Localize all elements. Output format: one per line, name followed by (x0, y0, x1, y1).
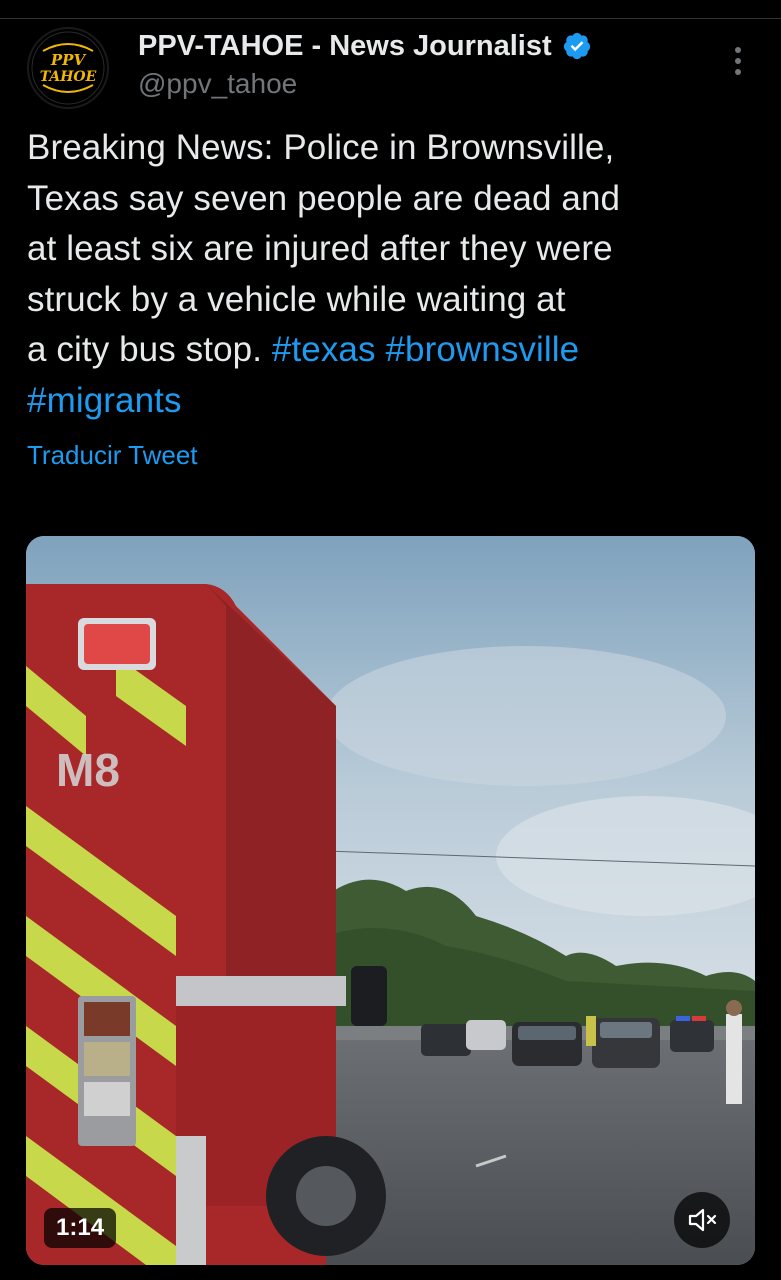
author-display-name[interactable]: PPV-TAHOE - News Journalist (138, 30, 552, 63)
avatar[interactable]: PPV TAHOE (27, 27, 109, 109)
tweet-text-line: at least six are injured after they were (27, 229, 613, 268)
avatar-text-line2: TAHOE (40, 69, 97, 85)
hashtag-link[interactable]: #migrants (27, 381, 182, 420)
avatar-text-line1: PPV (50, 51, 87, 69)
mute-icon (688, 1208, 717, 1232)
tweet-header: PPV-TAHOE - News Journalist @ppv_tahoe (138, 26, 698, 100)
tweet-text: Breaking News: Police in Brownsville, Te… (27, 123, 757, 426)
mute-toggle-button[interactable] (674, 1192, 730, 1248)
video-frame: M8 (26, 536, 755, 1265)
verified-badge-icon (563, 32, 590, 60)
hashtag-link[interactable]: #texas (272, 330, 376, 369)
avatar-logo-icon: PPV TAHOE (31, 31, 105, 105)
name-row: PPV-TAHOE - News Journalist (138, 26, 698, 66)
top-divider (0, 18, 781, 19)
video-duration-badge: 1:14 (44, 1208, 117, 1248)
tweet-text-line: Texas say seven people are dead and (27, 178, 621, 218)
hashtag-link[interactable]: #brownsville (385, 330, 579, 369)
tweet-text-line: Breaking News: Police in Brownsville, (27, 128, 615, 167)
tweet-text-line: struck by a vehicle while waiting at (27, 279, 566, 319)
vehicle-marking: M8 (56, 744, 120, 796)
more-options-button[interactable] (726, 44, 750, 78)
translate-tweet-link[interactable]: Traducir Tweet (27, 440, 198, 471)
video-player[interactable]: M8 1:14 (26, 536, 755, 1265)
author-handle[interactable]: @ppv_tahoe (138, 68, 698, 100)
tweet-text-line: a city bus stop. (27, 330, 272, 369)
more-vertical-icon (735, 47, 741, 75)
